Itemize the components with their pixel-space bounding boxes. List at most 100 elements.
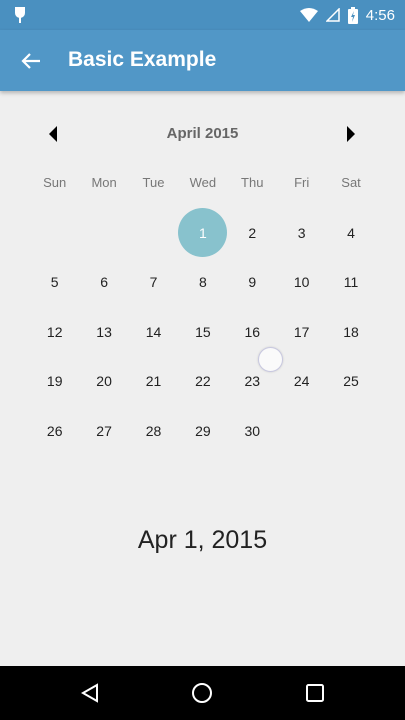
calendar-day-28[interactable]: 28 <box>129 406 178 456</box>
day-number: 27 <box>96 422 112 439</box>
touch-indicator <box>258 347 283 372</box>
calendar-day-6[interactable]: 6 <box>79 258 128 308</box>
circle-home-icon <box>192 683 212 703</box>
day-number: 19 <box>46 373 63 390</box>
calendar-week-row: 1 2 3 4 <box>30 208 376 258</box>
weekday-label: Mon <box>91 175 117 190</box>
status-bar: 4:56 <box>0 0 405 30</box>
weekday-label: Sun <box>43 175 67 190</box>
calendar-day-27[interactable]: 27 <box>79 406 128 456</box>
triangle-back-icon <box>80 683 98 703</box>
calendar-day-21[interactable]: 21 <box>129 357 178 407</box>
weekday-label: Tue <box>142 175 165 190</box>
day-number: 25 <box>343 373 359 390</box>
nav-home-button[interactable] <box>190 681 214 705</box>
calendar-week-row: 5 6 7 8 9 10 11 <box>30 258 376 308</box>
selected-date-text: Apr 1, 2015 <box>137 526 268 554</box>
calendar-empty-cell <box>326 406 375 456</box>
status-time: 4:56 <box>365 6 395 24</box>
day-number: 5 <box>50 274 59 291</box>
day-number: 17 <box>293 323 310 340</box>
day-number: 24 <box>293 373 310 390</box>
calendar-day-1[interactable]: 1 <box>178 208 228 258</box>
calendar-day-2[interactable]: 2 <box>228 208 277 258</box>
day-number: 16 <box>244 323 261 340</box>
signal-icon <box>325 8 340 22</box>
day-number: 6 <box>100 274 108 291</box>
calendar-day-18[interactable]: 18 <box>326 307 375 357</box>
day-number: 13 <box>96 323 112 340</box>
calendar-day-24[interactable]: 24 <box>277 357 326 407</box>
calendar-day-15[interactable]: 15 <box>178 307 227 357</box>
calendar-week-row: 12 13 14 15 16 17 18 <box>30 307 376 357</box>
notification-icon <box>15 7 25 23</box>
day-number: 18 <box>343 323 359 340</box>
day-number: 3 <box>297 224 306 241</box>
nav-back-button[interactable] <box>78 681 102 705</box>
day-number: 2 <box>248 224 257 241</box>
day-number: 14 <box>145 323 162 340</box>
weekday-label: Sat <box>341 175 361 190</box>
square-recents-icon <box>306 684 324 702</box>
calendar-empty-cell <box>79 208 128 258</box>
calendar-day-22[interactable]: 22 <box>178 357 227 407</box>
page-title: Basic Example <box>68 48 217 71</box>
calendar-day-12[interactable]: 12 <box>30 307 79 357</box>
calendar-empty-cell <box>277 406 326 456</box>
calendar-day-10[interactable]: 10 <box>277 258 326 308</box>
weekday-label: Fri <box>294 175 310 190</box>
day-number: 20 <box>96 373 112 390</box>
calendar-day-19[interactable]: 19 <box>30 357 79 407</box>
day-number: 26 <box>46 422 63 439</box>
calendar-day-20[interactable]: 20 <box>79 357 128 407</box>
status-icons: 4:56 <box>299 0 395 30</box>
day-number: 29 <box>195 422 211 439</box>
weekday-header: Sun Mon Tue Wed Thu Fri Sat <box>30 175 376 195</box>
day-number: 7 <box>149 274 158 291</box>
day-number: 22 <box>195 373 211 390</box>
nav-recents-button[interactable] <box>303 681 327 705</box>
calendar-day-9[interactable]: 9 <box>228 258 277 308</box>
calendar-day-25[interactable]: 25 <box>326 357 375 407</box>
calendar-day-5[interactable]: 5 <box>30 258 79 308</box>
day-number: 15 <box>195 323 211 340</box>
day-grid: 1 2 3 4 5 6 7 8 9 10 11 12 13 14 15 16 17 18 19 20 21 22 23 24 2… <box>30 208 376 456</box>
calendar-day-30[interactable]: 30 <box>228 406 277 456</box>
chevron-right-icon <box>347 126 355 142</box>
system-navigation-bar <box>0 666 405 720</box>
day-number: 8 <box>198 274 207 291</box>
calendar-day-26[interactable]: 26 <box>30 406 79 456</box>
calendar-week-row: 19 20 21 22 23 24 25 <box>30 357 376 407</box>
day-number: 23 <box>244 373 261 390</box>
calendar-day-4[interactable]: 4 <box>326 208 375 258</box>
calendar-day-11[interactable]: 11 <box>326 258 375 308</box>
day-number: 4 <box>347 224 355 241</box>
calendar-day-14[interactable]: 14 <box>129 307 178 357</box>
day-number: 10 <box>293 274 310 291</box>
app-bar: Basic Example <box>0 30 405 91</box>
day-number: 28 <box>145 422 162 439</box>
calendar-day-13[interactable]: 13 <box>79 307 128 357</box>
calendar-day-29[interactable]: 29 <box>178 406 227 456</box>
arrow-back-icon <box>21 53 40 69</box>
calendar-day-3[interactable]: 3 <box>277 208 326 258</box>
wifi-icon <box>299 8 318 22</box>
day-number: 9 <box>248 274 257 291</box>
day-number: 11 <box>343 274 359 291</box>
day-number: 1 <box>198 224 207 241</box>
calendar-week-row: 26 27 28 29 30 <box>30 406 376 456</box>
day-number: 21 <box>145 373 162 390</box>
back-button[interactable] <box>16 46 46 76</box>
month-header: April 2015 <box>0 119 405 149</box>
weekday-label: Wed <box>189 175 217 190</box>
battery-icon <box>347 6 358 24</box>
calendar-empty-cell <box>30 208 79 258</box>
next-month-button[interactable] <box>336 119 366 149</box>
day-number: 30 <box>244 422 261 439</box>
calendar-day-8[interactable]: 8 <box>178 258 227 308</box>
calendar-day-7[interactable]: 7 <box>129 258 178 308</box>
calendar-day-17[interactable]: 17 <box>277 307 326 357</box>
weekday-label: Thu <box>241 175 264 190</box>
calendar-empty-cell <box>129 208 178 258</box>
day-number: 12 <box>46 323 63 340</box>
